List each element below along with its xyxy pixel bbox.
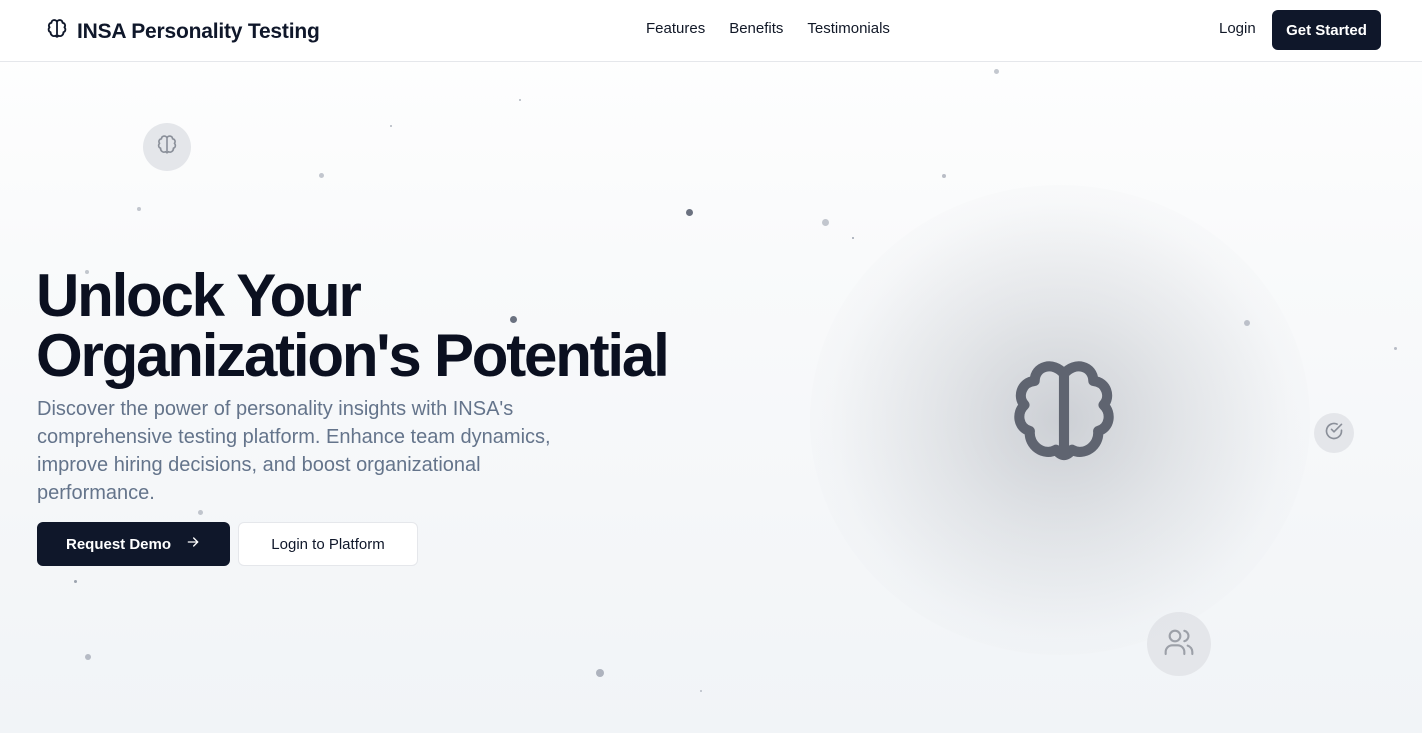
decor-dot [85, 654, 91, 660]
brand-name: INSA Personality Testing [77, 19, 320, 43]
site-header: INSA Personality Testing Features Benefi… [0, 0, 1422, 62]
floating-brain-badge [143, 123, 191, 171]
nav-benefits[interactable]: Benefits [729, 20, 783, 37]
main-nav: Features Benefits Testimonials [646, 20, 890, 37]
login-to-platform-button[interactable]: Login to Platform [238, 522, 418, 566]
nav-features[interactable]: Features [646, 20, 705, 37]
brain-icon [155, 133, 179, 162]
request-demo-button[interactable]: Request Demo [37, 522, 230, 566]
brain-icon [45, 17, 69, 46]
decor-dot [519, 99, 521, 101]
hero-title: Unlock Your Organization's Potential [36, 266, 756, 386]
hero-title-line-1: Unlock Your [36, 262, 362, 329]
decor-dot [686, 209, 693, 216]
floating-check-badge [1314, 413, 1354, 453]
arrow-right-icon [185, 534, 201, 554]
brand-logo[interactable]: INSA Personality Testing [45, 17, 320, 46]
login-link[interactable]: Login [1219, 20, 1256, 37]
decor-dot [596, 669, 604, 677]
request-demo-label: Request Demo [65, 535, 172, 553]
decor-dot [852, 237, 854, 239]
decor-dot [390, 125, 392, 127]
hero-title-line-2: Organization's Potential [36, 322, 670, 389]
decor-dot [74, 580, 77, 583]
nav-testimonials[interactable]: Testimonials [807, 20, 890, 37]
decor-dot [942, 174, 946, 178]
get-started-button[interactable]: Get Started [1272, 10, 1381, 50]
decor-dot [319, 173, 324, 178]
brain-icon [1000, 350, 1128, 478]
check-circle-icon [1324, 421, 1344, 446]
hero-subtitle: Discover the power of personality insigh… [37, 398, 551, 504]
decor-dot [700, 690, 702, 692]
decor-dot [198, 510, 203, 515]
decor-dot [822, 219, 829, 226]
decor-dot [137, 207, 141, 211]
decor-dot [994, 69, 999, 74]
decor-dot [1394, 347, 1397, 350]
